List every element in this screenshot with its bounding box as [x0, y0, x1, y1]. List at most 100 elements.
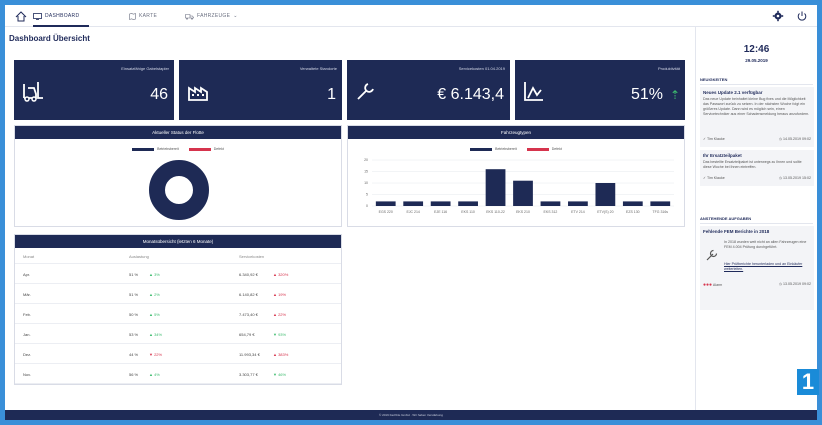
kpi-forklifts-label: Einsatzfähige Gabelstapler — [121, 66, 169, 71]
kpi-service-costs-value: € 6.143,4 — [437, 86, 504, 103]
bar-eks-210[interactable] — [513, 180, 533, 206]
news-2-body: Das bestellte Ersatzteilpaket ist unterw… — [703, 160, 802, 169]
wrench-icon — [357, 83, 374, 100]
tab-fahrzeuge[interactable]: FAHRZEUGE ⌄ — [185, 5, 238, 27]
home-icon[interactable] — [15, 10, 27, 22]
table-row[interactable]: Apr. 51 % ▲ 3% 6.340,92 € ▲ 320% — [15, 264, 341, 284]
monitor-icon — [33, 12, 42, 20]
y-tick-label: 15 — [364, 170, 368, 174]
kpi-service-costs[interactable]: Servicekosten 01.04.2019 € 6.143,4 — [347, 60, 510, 120]
task-body: In 2018 wurden weit nicht an allen Fahrz… — [724, 240, 807, 249]
fleet-status-title: Aktueller Status der Flotte — [15, 126, 341, 139]
map-icon — [129, 12, 136, 20]
kpi-service-costs-label: Servicekosten 01.04.2019 — [458, 66, 505, 71]
cell-cost: 11.993,34 € — [239, 352, 260, 357]
legend-item-ok: Betriebsbereit — [132, 147, 179, 151]
factory-icon — [188, 86, 208, 101]
x-tick-label: EJC 214 — [406, 210, 419, 214]
bar-eks-312[interactable] — [540, 201, 561, 206]
task-date: ◷ 13.05.2019 09:02 — [778, 282, 811, 286]
cell-load-delta: ▼ 22% — [149, 352, 163, 357]
kpi-sites-label: Verwaltete Standorte — [299, 66, 337, 71]
table-row[interactable]: Nov. 56 % ▲ 4% 3.303,77 € ▼ 46% — [15, 364, 341, 384]
tab-karte-label: KARTE — [139, 13, 158, 19]
app-frame: DASHBOARD KARTE FAHRZEUGE ⌄ Dashboard Üb… — [5, 5, 817, 420]
kpi-forklifts[interactable]: Einsatzfähige Gabelstapler 46 — [14, 60, 174, 120]
chevron-down-icon: ⌄ — [233, 13, 238, 19]
task-title: Fehlende FEM Berichte in 2018 — [703, 229, 770, 234]
kpi-sites-value: 1 — [327, 86, 336, 103]
bar-etv-214[interactable] — [568, 201, 588, 206]
cell-load: 51 % — [129, 292, 139, 297]
x-tick-label: EKS 210 — [516, 210, 530, 214]
kpi-forklifts-value: 46 — [150, 86, 168, 103]
cell-load: 53 % — [129, 332, 139, 337]
table-row[interactable]: Dez. 44 % ▼ 22% 11.993,34 € ▲ 383% — [15, 344, 341, 364]
footer: © 2019 Fachhle GmbH · Wir haben Verstärk… — [5, 410, 817, 420]
fleet-status-panel: Aktueller Status der Flotte Betriebsbere… — [14, 125, 342, 227]
legend-item-defect-2: Defekt — [526, 147, 562, 151]
trend-up-icon: ⇡ — [669, 88, 680, 102]
tab-dashboard[interactable]: DASHBOARD — [33, 5, 89, 27]
table-row[interactable]: Jan. 53 % ▲ 34% 654,79 € ▼ 93% — [15, 324, 341, 344]
table-row[interactable]: Feb. 50 % ▲ 5% 7.473,40 € ▲ 22% — [15, 304, 341, 324]
y-tick-label: 10 — [364, 181, 368, 185]
donut-segment-ok[interactable] — [149, 160, 209, 220]
news-item-1[interactable]: Neues Update 2.1 verfügbar Das neue Upda… — [700, 87, 814, 147]
task-alarm: ●●● Alarm — [703, 282, 723, 288]
cell-cost-delta: ▲ 22% — [273, 312, 287, 317]
bar-egs-220[interactable] — [375, 201, 396, 206]
news-1-date: ◷ 14.05.2019 09:02 — [778, 137, 811, 141]
cell-load: 44 % — [129, 352, 139, 357]
kpi-productivity-value: 51% — [630, 86, 663, 103]
kpi-productivity[interactable]: Produktivität 51% ⇡ — [515, 60, 685, 120]
table-row[interactable]: Mär. 51 % ▲ 2% 6.140,82 € ▲ 19% — [15, 284, 341, 304]
news-1-date-text: 14.05.2019 09:02 — [783, 137, 811, 141]
fleet-status-legend: Betriebsbereit Defekt — [15, 147, 341, 151]
kpi-sites[interactable]: Verwaltete Standorte 1 — [179, 60, 342, 120]
news-item-2[interactable]: Ihr Ersatzteilpaket Das bestellte Ersatz… — [700, 150, 814, 186]
legend-ok-label-2: Betriebsbereit — [495, 147, 517, 151]
y-tick-label: 20 — [364, 158, 368, 162]
monthly-overview-table: Monatsübersicht (letzten 6 Monate) Monat… — [14, 234, 342, 385]
x-tick-label: EKS 110-22 — [486, 210, 505, 214]
cell-month: Mär. — [23, 292, 31, 297]
task-link[interactable]: Hier Prüfberichte herunterladen und an E… — [724, 262, 808, 272]
bar-etv-s-20[interactable] — [595, 183, 616, 206]
bar-eks-110[interactable] — [458, 201, 478, 206]
x-tick-label: EGS 220 — [379, 210, 393, 214]
news-2-date-text: 13.05.2019 15:02 — [783, 176, 811, 180]
tab-dashboard-label: DASHBOARD — [45, 13, 80, 19]
tab-karte[interactable]: KARTE — [129, 5, 157, 27]
legend-defect-label: Defekt — [213, 147, 224, 151]
clock-date: 29.05.2019 — [745, 58, 768, 63]
x-tick-label: EJE 116 — [434, 210, 447, 214]
news-2-author: ✓ Tim Klauke — [703, 176, 725, 180]
vehicle-types-chart: 20 15 10 5 0 EGS 220 EJC 214 EJE 116 EKS 110 EKS … — [364, 158, 674, 214]
cell-month: Apr. — [23, 272, 31, 277]
bar-ejc-214[interactable] — [403, 201, 424, 206]
cell-load-delta: ▲ 3% — [149, 272, 160, 277]
y-tick-label: 5 — [366, 193, 368, 197]
cell-cost-delta: ▲ 383% — [273, 352, 289, 357]
power-icon[interactable] — [796, 10, 808, 22]
x-tick-label: EKS 110 — [461, 210, 475, 214]
bar-eje-116[interactable] — [430, 201, 451, 206]
col-month-header: Monat — [23, 254, 35, 259]
cell-cost-delta: ▲ 19% — [273, 292, 287, 297]
bar-tfg-316s[interactable] — [650, 201, 671, 206]
cell-cost-delta: ▲ 320% — [273, 272, 289, 277]
cell-load-delta: ▲ 34% — [149, 332, 163, 337]
fleet-donut — [149, 160, 209, 220]
x-tick-label: EZS 130 — [626, 210, 640, 214]
task-item[interactable]: Fehlende FEM Berichte in 2018 In 2018 wu… — [700, 226, 814, 310]
bar-ezs-130[interactable] — [622, 201, 643, 206]
task-tag: Alarm — [712, 283, 723, 287]
cell-month: Feb. — [23, 312, 32, 317]
news-2-author-name: Tim Klauke — [706, 176, 725, 180]
legend-ok-label: Betriebsbereit — [157, 147, 179, 151]
bar-eks-110-22[interactable] — [485, 169, 506, 206]
cell-cost: 6.340,92 € — [239, 272, 258, 277]
gear-icon[interactable] — [772, 10, 784, 22]
vehicle-types-title: Fahrzeugtypen — [348, 126, 684, 139]
